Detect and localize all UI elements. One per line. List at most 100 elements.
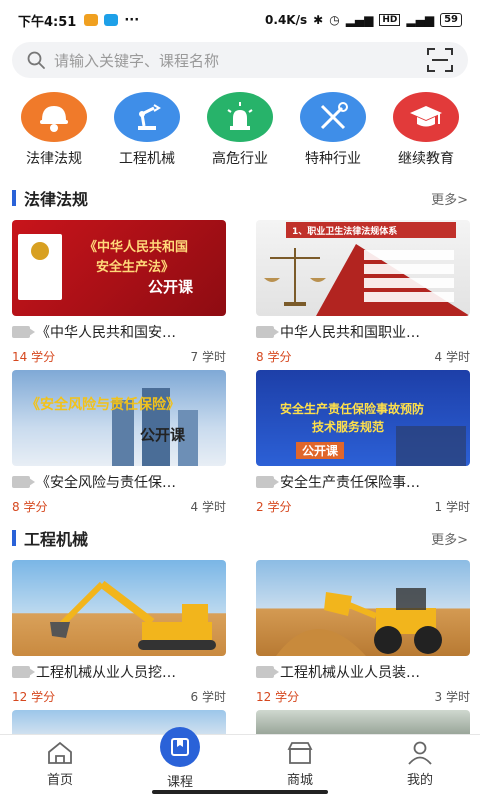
thumb-title: 技术服务规范 <box>312 420 385 434</box>
course-credit: 14 学分 <box>12 350 56 364</box>
nav-profile[interactable]: 我的 <box>360 735 480 800</box>
category-label: 法律法规 <box>26 151 82 167</box>
signal-icon: ▂▄▆ <box>406 13 435 27</box>
gesture-bar <box>152 790 328 794</box>
app-notification-icon <box>84 14 99 26</box>
video-icon <box>256 666 279 678</box>
course-hours: 1 学时 <box>434 500 470 514</box>
course-credit: 8 学分 <box>12 500 48 514</box>
course-credit: 12 学分 <box>12 690 56 704</box>
course-hours: 4 学时 <box>434 350 470 364</box>
video-icon <box>256 476 279 488</box>
nav-label: 课程 <box>166 775 193 790</box>
tools-icon <box>300 92 366 142</box>
more-link[interactable]: 更多> <box>431 189 468 208</box>
category-row: 法律法规 工程机械 高危行业 特种行业 继续教育 <box>0 92 480 172</box>
video-icon <box>12 326 35 338</box>
net-speed: 0.4K/s <box>265 13 308 27</box>
search-icon <box>27 51 45 69</box>
category-label: 工程机械 <box>119 151 175 167</box>
section-header-machinery: 工程机械 更多> <box>0 526 480 550</box>
course-thumbnail: 1、职业卫生法律法规体系 <box>256 220 470 316</box>
course-title: 《中华人民共和国安… <box>36 325 176 341</box>
course-hours: 7 学时 <box>190 350 226 364</box>
thumb-title: 安全生产法》 <box>96 260 175 275</box>
warning-light-icon <box>207 92 273 142</box>
law-pyramid-diagram <box>316 244 470 316</box>
app-notification-icon <box>104 14 119 26</box>
thumb-badge: 公开课 <box>148 278 194 296</box>
course-thumbnail <box>12 560 226 656</box>
course-hours: 4 学时 <box>190 500 226 514</box>
course-credit: 12 学分 <box>256 690 300 704</box>
robot-arm-icon <box>114 92 180 142</box>
category-hazard[interactable]: 高危行业 <box>194 92 286 172</box>
search-bar[interactable]: 请输入关键字、课程名称 <box>12 42 468 78</box>
course-credit: 2 学分 <box>256 500 292 514</box>
course-thumbnail: 《安全风险与责任保险》 公开课 <box>12 370 226 466</box>
course-card[interactable]: 1、职业卫生法律法规体系 中华人民共和国职业… 8 学分 4 学时 <box>256 220 470 365</box>
course-card[interactable]: 工程机械从业人员装… 12 学分 3 学时 <box>256 560 470 705</box>
status-bar: 下午4:51 ··· 0.4K/s ✱ ◷ ▂▄▆ HD ▂▄▆ 59 <box>0 0 480 40</box>
book-icon <box>160 727 200 767</box>
section-accent-bar <box>12 190 16 206</box>
course-card[interactable]: 《中华人民共和国 安全生产法》 公开课 《中华人民共和国安… 14 学分 7 学时 <box>12 220 226 365</box>
graduation-cap-icon <box>393 92 459 142</box>
category-legal[interactable]: 法律法规 <box>8 92 100 172</box>
law-book-image <box>18 234 62 300</box>
course-title: 中华人民共和国职业… <box>280 325 420 341</box>
thumb-title: 《中华人民共和国 <box>84 240 189 255</box>
nav-label: 首页 <box>46 773 73 788</box>
category-special[interactable]: 特种行业 <box>287 92 379 172</box>
course-hours: 3 学时 <box>434 690 470 704</box>
section-accent-bar <box>12 530 16 546</box>
course-title: 安全生产责任保险事… <box>280 475 420 491</box>
section-title: 工程机械 <box>24 530 89 549</box>
category-machinery[interactable]: 工程机械 <box>101 92 193 172</box>
bluetooth-icon: ✱ <box>313 13 324 27</box>
scan-icon[interactable] <box>426 46 454 74</box>
more-dots-icon: ··· <box>124 12 140 28</box>
battery-icon: 59 <box>440 13 462 27</box>
nav-home[interactable]: 首页 <box>0 735 120 800</box>
thumb-badge: 公开课 <box>140 426 186 444</box>
course-credit: 8 学分 <box>256 350 292 364</box>
course-title: 工程机械从业人员挖… <box>36 665 176 681</box>
user-icon <box>408 741 432 765</box>
thumb-title: 《安全风险与责任保险》 <box>26 397 180 413</box>
thumb-title: 安全生产责任保险事故预防 <box>280 402 425 416</box>
course-title: 《安全风险与责任保… <box>36 475 176 491</box>
category-label: 继续教育 <box>398 151 454 167</box>
alarm-icon: ◷ <box>329 13 340 27</box>
nav-label: 我的 <box>406 773 433 788</box>
loader-image <box>276 588 442 656</box>
section-header-legal: 法律法规 更多> <box>0 186 480 210</box>
video-icon <box>256 326 279 338</box>
course-card[interactable]: 工程机械从业人员挖… 12 学分 6 学时 <box>12 560 226 705</box>
course-thumbnail-partial[interactable] <box>12 710 226 734</box>
category-education[interactable]: 继续教育 <box>380 92 472 172</box>
video-icon <box>12 476 35 488</box>
nav-label: 商城 <box>286 773 313 788</box>
course-card[interactable]: 《安全风险与责任保险》 公开课 《安全风险与责任保… 8 学分 4 学时 <box>12 370 226 515</box>
course-thumbnail <box>256 560 470 656</box>
hd-icon: HD <box>379 14 401 26</box>
category-label: 特种行业 <box>305 151 361 167</box>
more-link[interactable]: 更多> <box>431 529 468 548</box>
shop-icon <box>287 742 313 764</box>
category-label: 高危行业 <box>212 151 268 167</box>
video-icon <box>12 666 35 678</box>
thumb-title: 1、职业卫生法律法规体系 <box>292 227 398 237</box>
course-card[interactable]: 安全生产责任保险事故预防 技术服务规范 公开课 安全生产责任保险事… 2 学分 1… <box>256 370 470 515</box>
course-hours: 6 学时 <box>190 690 226 704</box>
course-thumbnail-partial[interactable] <box>256 710 470 734</box>
course-thumbnail: 安全生产责任保险事故预防 技术服务规范 公开课 <box>256 370 470 466</box>
status-time: 下午4:51 <box>18 14 77 30</box>
section-title: 法律法规 <box>24 190 89 209</box>
course-thumbnail: 《中华人民共和国 安全生产法》 公开课 <box>12 220 226 316</box>
worker-helmet-icon <box>21 92 87 142</box>
excavator-image <box>50 580 216 650</box>
signal-icon: ▂▄▆ <box>345 13 374 27</box>
search-input[interactable]: 请输入关键字、课程名称 <box>54 50 426 71</box>
home-icon <box>48 741 72 764</box>
